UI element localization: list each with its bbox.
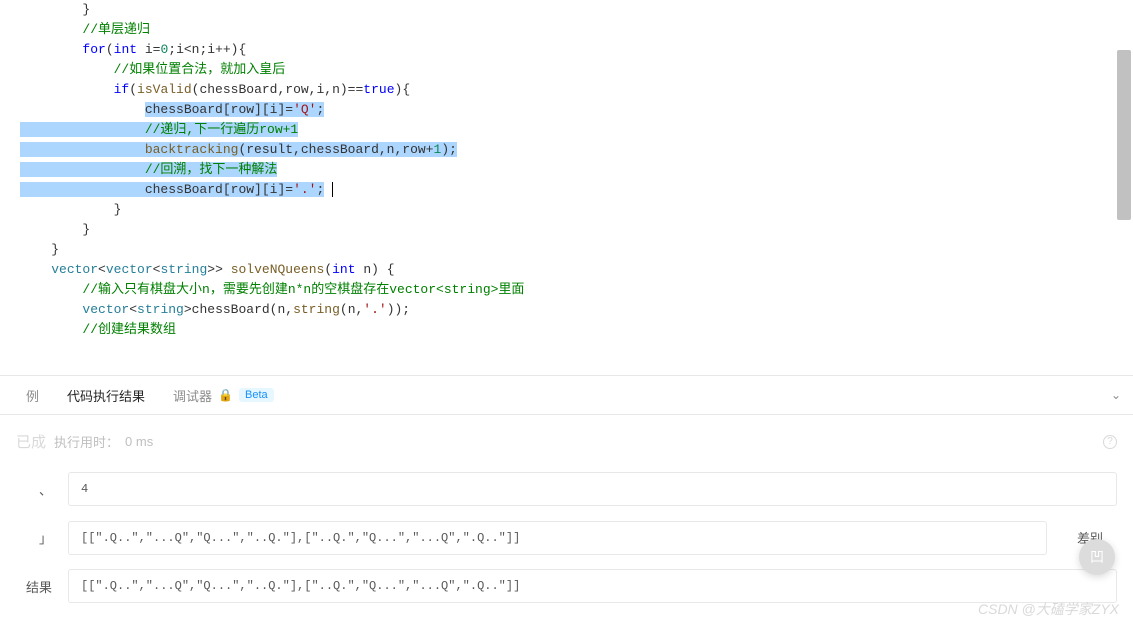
scrollbar[interactable]	[1117, 50, 1131, 220]
input-row: 、 4	[16, 472, 1117, 506]
code-line: //递归,下一行遍历row+1	[20, 120, 1133, 140]
code-line: chessBoard[row][i]='.';	[20, 180, 1133, 200]
expected-label: 结果	[16, 577, 52, 596]
code-line: }	[20, 240, 1133, 260]
output-label: 」	[16, 528, 52, 547]
result-tabs: 例 代码执行结果 调试器 🔒 Beta ⌄	[0, 375, 1133, 415]
output-row: 」 [[".Q..","...Q","Q...","..Q."],["..Q."…	[16, 520, 1117, 555]
code-line: //输入只有棋盘大小n，需要先创建n*n的空棋盘存在vector<string>…	[20, 280, 1133, 300]
beta-badge: Beta	[239, 388, 274, 402]
code-editor[interactable]: } //单层递归 for(int i=0;i<n;i++){ //如果位置合法，…	[0, 0, 1133, 375]
status-label: 已成	[16, 431, 46, 452]
collapse-button[interactable]: ⌄	[1111, 388, 1121, 402]
code-line: //回溯，找下一种解法	[20, 160, 1133, 180]
code-line: }	[20, 200, 1133, 220]
time-label: 执行用时：	[54, 432, 119, 451]
help-icon[interactable]: ?	[1103, 435, 1117, 449]
input-box[interactable]: 4	[68, 472, 1117, 506]
code-line: //如果位置合法，就加入皇后	[20, 60, 1133, 80]
result-panel: 已成 执行用时： 0 ms ? 、 4 」 [[".Q..","...Q","Q…	[0, 415, 1133, 633]
code-line: vector<string>chessBoard(n,string(n,'.')…	[20, 300, 1133, 320]
code-line: backtracking(result,chessBoard,n,row+1);	[20, 140, 1133, 160]
float-action-button[interactable]: 凹	[1079, 539, 1115, 575]
lock-icon: 🔒	[218, 388, 233, 402]
code-line: //创建结果数组	[20, 320, 1133, 340]
code-line: }	[20, 220, 1133, 240]
code-line: }	[20, 0, 1133, 20]
tab-code-result[interactable]: 代码执行结果	[53, 376, 159, 414]
code-line: chessBoard[row][i]='Q';	[20, 100, 1133, 120]
output-box[interactable]: [[".Q..","...Q","Q...","..Q."],["..Q.","…	[68, 521, 1047, 555]
tab-debugger[interactable]: 调试器 🔒 Beta	[159, 376, 288, 414]
expected-box[interactable]: [[".Q..","...Q","Q...","..Q."],["..Q.","…	[68, 569, 1117, 603]
code-line: for(int i=0;i<n;i++){	[20, 40, 1133, 60]
time-value: 0 ms	[125, 434, 153, 449]
code-line: //单层递归	[20, 20, 1133, 40]
code-line: vector<vector<string>> solveNQueens(int …	[20, 260, 1133, 280]
code-line: if(isValid(chessBoard,row,i,n)==true){	[20, 80, 1133, 100]
status-row: 已成 执行用时： 0 ms ?	[16, 431, 1117, 452]
input-label: 、	[16, 480, 52, 499]
expected-row: 结果 [[".Q..","...Q","Q...","..Q."],["..Q.…	[16, 569, 1117, 603]
tab-debugger-label: 调试器	[173, 386, 212, 405]
tab-example[interactable]: 例	[12, 376, 53, 414]
